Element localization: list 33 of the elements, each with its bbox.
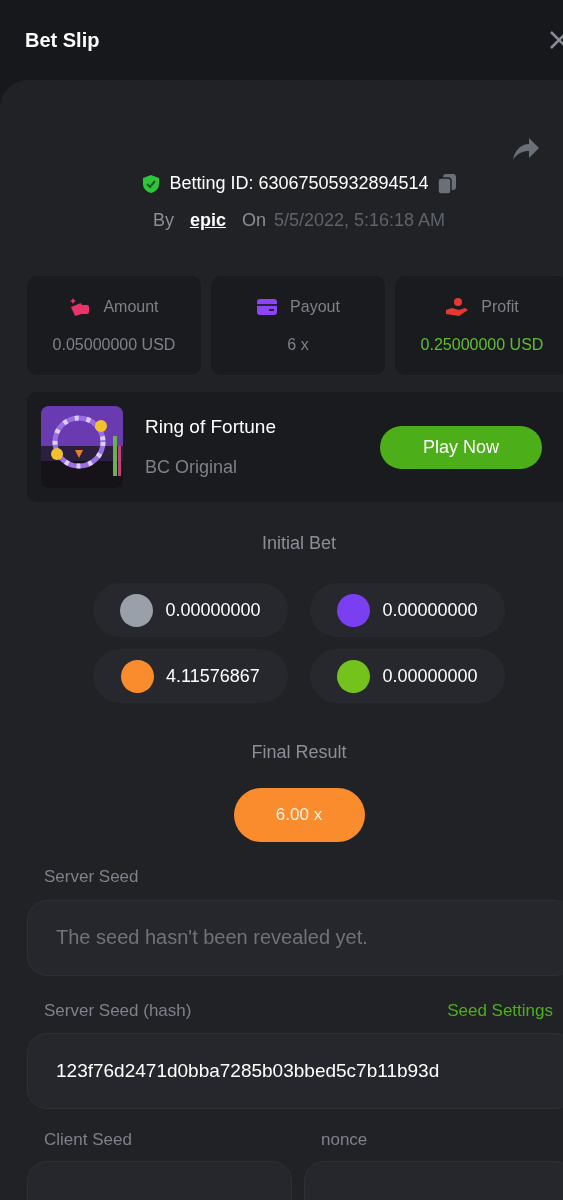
stat-value: 6 x <box>287 334 309 355</box>
section-title: Initial Bet <box>261 532 336 555</box>
bet-amount: 4.11576867 <box>166 664 260 688</box>
server-seed-field[interactable]: The seed hasn't been revealed yet. <box>27 899 563 976</box>
copy-icon[interactable] <box>436 172 457 195</box>
bet-amount: 0.00000000 <box>382 598 478 622</box>
result-badge: 6.00 x <box>233 788 365 842</box>
field-label: Server Seed <box>44 866 140 888</box>
stat-value: 0.05000000 USD <box>52 334 176 355</box>
by-label: By <box>152 209 174 232</box>
game-name: Ring of Fortune <box>145 415 277 440</box>
field-label: nonce <box>321 1129 369 1151</box>
field-label: Client Seed <box>44 1129 133 1151</box>
window-title: Bet Slip <box>25 28 100 53</box>
field-label: Server Seed (hash) <box>44 999 192 1022</box>
seed-settings-link[interactable]: Seed Settings <box>447 997 553 1023</box>
shield-check-icon <box>141 173 162 194</box>
user-link[interactable]: epic <box>189 207 226 234</box>
game-provider: BC Original <box>145 455 239 479</box>
bet-date: 5/5/2022, 5:16:18 AM <box>273 209 446 232</box>
bet-amount: 0.00000000 <box>165 598 261 622</box>
stat-value: 0.25000000 USD <box>420 334 544 355</box>
section-title: Final Result <box>251 741 347 764</box>
share-icon[interactable] <box>511 136 541 162</box>
stat-label: Amount <box>103 296 159 317</box>
stat-label: Payout <box>290 296 340 317</box>
server-seed-hash-field[interactable]: 123f76d2471d0bba7285b03bbed5c7b11b93d <box>27 1033 563 1109</box>
bet-amount: 0.00000000 <box>382 664 478 688</box>
stat-label: Profit <box>481 296 519 317</box>
betting-id: Betting ID: 63067505932894514 <box>169 172 429 195</box>
hand-person-icon <box>445 296 470 317</box>
on-label: On <box>241 209 266 232</box>
card-icon <box>256 297 279 316</box>
